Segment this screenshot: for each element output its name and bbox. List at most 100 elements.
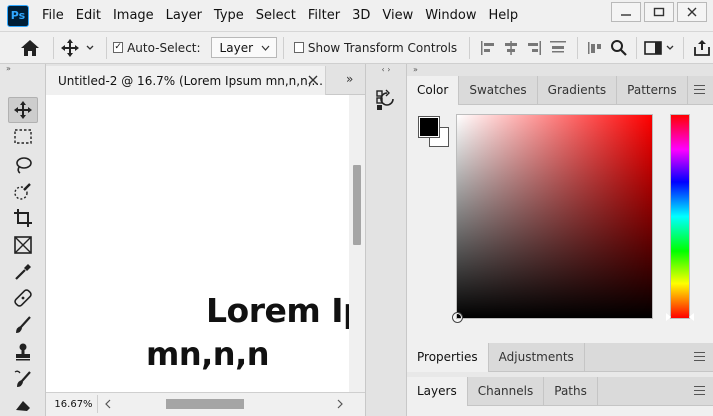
color-panel-tabs: Color Swatches Gradients Patterns bbox=[407, 76, 713, 105]
vertical-scroll-thumb[interactable] bbox=[353, 165, 361, 245]
chevron-down-icon bbox=[261, 45, 270, 51]
color-panel bbox=[407, 105, 713, 343]
move-tool-preset-picker[interactable] bbox=[60, 38, 100, 58]
scroll-left-icon bbox=[105, 399, 111, 409]
dock-grip[interactable]: ‹ › bbox=[366, 64, 406, 76]
document-canvas[interactable]: Lorem Ipsum mn,n,n bbox=[46, 95, 349, 392]
align-left-button[interactable] bbox=[476, 40, 499, 56]
quick-selection-icon bbox=[14, 183, 31, 200]
hue-slider-handle-right[interactable] bbox=[689, 313, 694, 321]
panel-menu-icon[interactable] bbox=[694, 85, 705, 97]
brush-tool[interactable] bbox=[8, 312, 38, 338]
horizontal-scroll-thumb[interactable] bbox=[166, 399, 244, 409]
vertical-scrollbar[interactable] bbox=[349, 95, 365, 392]
move-tool[interactable] bbox=[8, 97, 38, 123]
foreground-color-swatch[interactable] bbox=[418, 116, 440, 138]
tab-properties[interactable]: Properties bbox=[407, 343, 489, 372]
tab-swatches[interactable]: Swatches bbox=[459, 76, 538, 105]
tab-channels[interactable]: Channels bbox=[468, 377, 545, 406]
photoshop-window: Ps File Edit Image Layer Type Select Fil… bbox=[0, 0, 713, 416]
share-button[interactable] bbox=[690, 39, 713, 57]
menu-edit[interactable]: Edit bbox=[70, 0, 107, 31]
search-button[interactable] bbox=[607, 39, 630, 57]
picker-handle[interactable] bbox=[452, 312, 463, 323]
horizontal-scrollbar[interactable] bbox=[104, 399, 344, 409]
align-top-button[interactable] bbox=[545, 40, 572, 56]
zoom-level-field[interactable]: 16.67% bbox=[50, 395, 98, 413]
menu-select[interactable]: Select bbox=[250, 0, 302, 31]
layers-panel-tabs: Layers Channels Paths bbox=[407, 377, 713, 406]
crop-tool[interactable] bbox=[8, 205, 38, 231]
menu-window[interactable]: Window bbox=[419, 0, 482, 31]
divider bbox=[636, 36, 638, 59]
minimize-button[interactable] bbox=[611, 2, 641, 22]
saturation-brightness-picker[interactable] bbox=[452, 114, 653, 323]
photoshop-logo: Ps bbox=[7, 4, 29, 27]
history-brush-icon bbox=[14, 370, 31, 387]
menu-view[interactable]: View bbox=[376, 0, 419, 31]
auto-select-target-value: Layer bbox=[219, 40, 254, 55]
tab-layers[interactable]: Layers bbox=[407, 377, 468, 406]
search-icon bbox=[610, 39, 627, 56]
toolbox-collapse-handle[interactable]: » bbox=[0, 64, 46, 74]
quick-selection-tool[interactable] bbox=[8, 178, 38, 204]
auto-select-label: Auto-Select: bbox=[127, 40, 201, 55]
tab-paths[interactable]: Paths bbox=[544, 377, 598, 406]
share-icon bbox=[693, 39, 710, 56]
align-right-button[interactable] bbox=[522, 40, 545, 56]
divider bbox=[283, 36, 284, 59]
align-top-edges-icon bbox=[550, 40, 567, 52]
panel-menu-icon[interactable] bbox=[694, 352, 705, 364]
panel-menu-icon[interactable] bbox=[694, 386, 705, 398]
menu-help[interactable]: Help bbox=[483, 0, 525, 31]
menu-image[interactable]: Image bbox=[107, 0, 160, 31]
right-dock-grip[interactable]: » bbox=[407, 64, 713, 76]
maximize-button[interactable] bbox=[644, 2, 674, 22]
tab-color[interactable]: Color bbox=[407, 76, 460, 105]
tab-gradients[interactable]: Gradients bbox=[538, 76, 618, 105]
home-button[interactable] bbox=[12, 39, 47, 57]
show-transform-checkbox[interactable] bbox=[293, 42, 304, 53]
menu-type[interactable]: Type bbox=[208, 0, 250, 31]
auto-select-target-dropdown[interactable]: Layer bbox=[210, 37, 278, 58]
history-brush-tool[interactable] bbox=[8, 366, 38, 392]
document-tab-bar: Untitled-2 @ 16.7% (Lorem Ipsum mn,n,n,.… bbox=[46, 64, 365, 95]
canvas-text-line-2[interactable]: mn,n,n bbox=[146, 335, 270, 373]
tab-patterns[interactable]: Patterns bbox=[617, 76, 688, 105]
menu-layer[interactable]: Layer bbox=[160, 0, 208, 31]
distribute-button[interactable] bbox=[584, 40, 607, 56]
eraser-tool[interactable] bbox=[8, 392, 38, 416]
history-panel-button[interactable] bbox=[372, 86, 400, 114]
stamp-icon bbox=[16, 343, 30, 361]
toolbox bbox=[0, 74, 46, 416]
lasso-tool[interactable] bbox=[8, 152, 38, 178]
clone-stamp-tool[interactable] bbox=[8, 339, 38, 365]
menu-filter[interactable]: Filter bbox=[302, 0, 346, 31]
align-horizontal-centers-button[interactable] bbox=[499, 40, 522, 56]
hue-slider-handle[interactable] bbox=[666, 313, 671, 321]
close-window-button[interactable] bbox=[677, 2, 707, 22]
brush-icon bbox=[16, 316, 31, 333]
workspace-switcher[interactable] bbox=[643, 39, 677, 57]
minimize-icon bbox=[621, 14, 631, 16]
close-document-button[interactable] bbox=[308, 74, 318, 88]
healing-brush-tool[interactable] bbox=[8, 285, 38, 311]
document-collapse-button[interactable]: » bbox=[346, 72, 353, 86]
document-tab[interactable]: Untitled-2 @ 16.7% (Lorem Ipsum mn,n,n,.… bbox=[46, 66, 326, 95]
eyedropper-tool[interactable] bbox=[8, 259, 38, 285]
divider bbox=[469, 36, 471, 59]
menu-3d[interactable]: 3D bbox=[346, 0, 376, 31]
scroll-right-icon bbox=[337, 399, 343, 409]
frame-tool[interactable] bbox=[8, 232, 38, 258]
canvas-text-line-1[interactable]: Lorem Ipsum bbox=[206, 291, 349, 330]
properties-panel-tabs: Properties Adjustments bbox=[407, 343, 713, 372]
eraser-icon bbox=[16, 401, 30, 411]
auto-select-checkbox[interactable]: ✓ bbox=[113, 42, 124, 53]
hue-slider[interactable] bbox=[666, 114, 694, 321]
options-bar: ✓ Auto-Select: Layer Show Transform Cont… bbox=[0, 31, 713, 64]
menu-file[interactable]: File bbox=[36, 0, 70, 31]
divider bbox=[683, 36, 685, 59]
divider bbox=[53, 36, 55, 59]
marquee-tool[interactable] bbox=[8, 124, 38, 150]
tab-adjustments[interactable]: Adjustments bbox=[489, 343, 585, 372]
